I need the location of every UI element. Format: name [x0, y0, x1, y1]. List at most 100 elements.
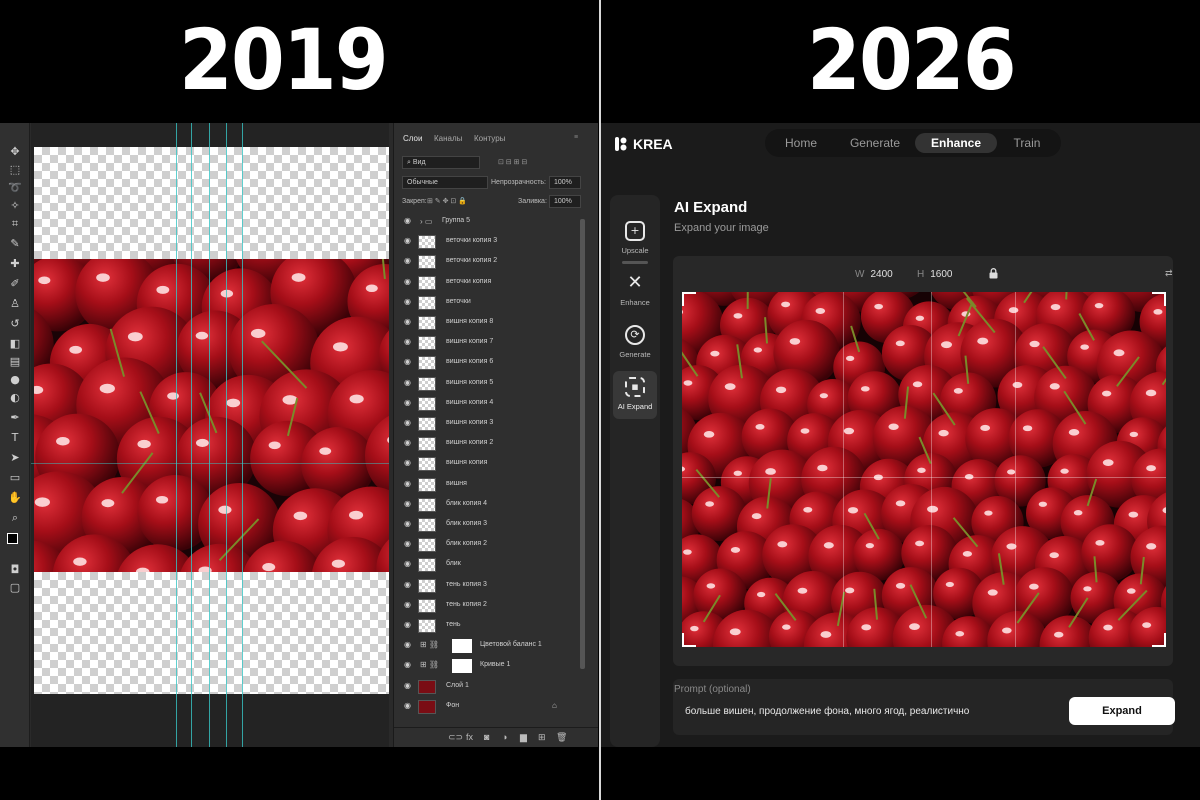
blur-tool-icon[interactable]: ●: [7, 373, 23, 387]
layer-row[interactable]: ◉ тень копия 2: [394, 596, 584, 616]
new-layer-icon[interactable]: ⊞: [538, 732, 546, 743]
visibility-eye-icon[interactable]: ◉: [404, 560, 414, 568]
layer-row[interactable]: ◉ Слой 1: [394, 677, 584, 697]
visibility-eye-icon[interactable]: ◉: [404, 439, 414, 447]
nav-train[interactable]: Train: [999, 133, 1055, 153]
visibility-eye-icon[interactable]: ◉: [404, 681, 414, 690]
visibility-eye-icon[interactable]: ◉: [404, 338, 414, 346]
visibility-eye-icon[interactable]: ◉: [404, 661, 414, 669]
nav-home[interactable]: Home: [771, 133, 831, 153]
lock-aspect-icon[interactable]: [989, 268, 998, 282]
layer-row[interactable]: ◉ Фон ⌂: [394, 697, 584, 717]
fill-input[interactable]: 100%: [549, 195, 581, 208]
pen-tool-icon[interactable]: ✒: [7, 411, 23, 425]
visibility-eye-icon[interactable]: ◉: [404, 479, 414, 488]
layer-row[interactable]: ◉ вишня: [394, 475, 584, 495]
path-selection-tool-icon[interactable]: ➤: [7, 451, 23, 465]
opacity-input[interactable]: 100%: [549, 176, 581, 189]
gradient-tool-icon[interactable]: ▤: [7, 355, 23, 369]
crop-handle-top-right[interactable]: [1152, 292, 1166, 306]
layer-row[interactable]: ◉ вишня копия 6: [394, 353, 584, 373]
sidebar-item-upscale[interactable]: + Upscale: [613, 215, 657, 263]
lock-icons[interactable]: ⊞ ✎ ✥ ⊡ 🔒: [427, 197, 467, 205]
layer-row[interactable]: ◉ веточки копия 3: [394, 232, 584, 252]
krea-logo[interactable]: KREA: [615, 135, 673, 152]
visibility-eye-icon[interactable]: ◉: [404, 459, 414, 467]
layer-row[interactable]: ◉ вишня копия 4: [394, 394, 584, 414]
visibility-eye-icon[interactable]: ◉: [404, 398, 414, 407]
prompt-input[interactable]: больше вишен, продолжение фона, много яг…: [685, 706, 969, 717]
quick-mask-icon[interactable]: ◘: [7, 563, 23, 577]
move-tool-icon[interactable]: ✥: [7, 145, 23, 159]
layer-row[interactable]: ◉ тень: [394, 616, 584, 636]
screen-mode-icon[interactable]: ▢: [7, 581, 23, 595]
cherry-photo[interactable]: [34, 259, 389, 572]
expanded-image[interactable]: [682, 292, 1166, 647]
visibility-eye-icon[interactable]: ◉: [404, 237, 414, 245]
zoom-tool-icon[interactable]: ⌕: [7, 511, 23, 525]
tab-paths[interactable]: Контуры: [474, 134, 505, 143]
visibility-eye-icon[interactable]: ◉: [404, 701, 414, 710]
filter-icons[interactable]: ⊡ ⊟ ⊞ ⊟: [498, 158, 527, 166]
trash-icon[interactable]: 🗑: [556, 732, 567, 743]
layer-row[interactable]: ◉ веточки копия: [394, 273, 584, 293]
layers-scrollbar[interactable]: [580, 219, 585, 669]
swap-dimensions-icon[interactable]: ⇄: [1165, 268, 1173, 279]
layer-row[interactable]: ◉ › ▭ Группа 5: [394, 212, 584, 232]
width-field[interactable]: W 2400: [855, 269, 893, 280]
layer-row[interactable]: ◉ вишня копия 3: [394, 414, 584, 434]
shape-tool-icon[interactable]: ▭: [7, 471, 23, 485]
height-field[interactable]: H 1600: [917, 269, 952, 280]
healing-tool-icon[interactable]: ✚: [7, 257, 23, 271]
sidebar-item-enhance[interactable]: ✕ Enhance: [613, 267, 657, 315]
crop-handle-bottom-left[interactable]: [682, 633, 696, 647]
history-brush-tool-icon[interactable]: ↺: [7, 317, 23, 331]
brush-tool-icon[interactable]: ✐: [7, 277, 23, 291]
layer-row[interactable]: ◉ вишня копия 7: [394, 333, 584, 353]
layer-filter-select[interactable]: ⌕ Вид: [402, 156, 480, 169]
panel-menu-icon[interactable]: ≡: [574, 134, 578, 141]
visibility-eye-icon[interactable]: ◉: [404, 378, 414, 387]
nav-generate[interactable]: Generate: [835, 133, 915, 153]
layer-row[interactable]: ◉ тень копия 3: [394, 576, 584, 596]
layer-row[interactable]: ◉ блик: [394, 555, 584, 575]
visibility-eye-icon[interactable]: ◉: [404, 641, 414, 649]
layer-row[interactable]: ◉ ⊞ ⛓ Кривые 1: [394, 656, 584, 676]
eraser-tool-icon[interactable]: ◧: [7, 337, 23, 351]
layer-row[interactable]: ◉ блик копия 2: [394, 535, 584, 555]
layer-row[interactable]: ◉ вишня копия 8: [394, 313, 584, 333]
type-tool-icon[interactable]: T: [7, 431, 23, 445]
sidebar-item-generate[interactable]: ⟳ Generate: [613, 319, 657, 367]
tab-channels[interactable]: Каналы: [434, 134, 462, 143]
tab-layers[interactable]: Слои: [403, 134, 422, 143]
nav-enhance[interactable]: Enhance: [915, 133, 997, 153]
layer-row[interactable]: ◉ веточки: [394, 293, 584, 313]
crop-handle-bottom-right[interactable]: [1152, 633, 1166, 647]
hand-tool-icon[interactable]: ✋: [7, 491, 23, 505]
visibility-eye-icon[interactable]: ◉: [404, 419, 414, 427]
visibility-eye-icon[interactable]: ◉: [404, 277, 414, 286]
layer-row[interactable]: ◉ веточки копия 2: [394, 252, 584, 272]
dodge-tool-icon[interactable]: ◐: [7, 391, 23, 405]
visibility-eye-icon[interactable]: ◉: [404, 621, 414, 629]
adjustment-icon[interactable]: ◑: [502, 732, 507, 742]
fx-icon[interactable]: fx: [466, 732, 473, 742]
color-swatches-icon[interactable]: [7, 533, 25, 551]
sidebar-item-ai-expand[interactable]: ▪ AI Expand: [613, 371, 657, 419]
stamp-tool-icon[interactable]: ♙: [7, 297, 23, 311]
layer-row[interactable]: ◉ вишня копия 5: [394, 374, 584, 394]
visibility-eye-icon[interactable]: ◉: [404, 318, 414, 326]
visibility-eye-icon[interactable]: ◉: [404, 257, 414, 265]
layer-row[interactable]: ◉ блик копия 4: [394, 495, 584, 515]
crop-handle-top-left[interactable]: [682, 292, 696, 306]
mask-icon[interactable]: ◙: [484, 732, 489, 742]
visibility-eye-icon[interactable]: ◉: [404, 217, 414, 225]
visibility-eye-icon[interactable]: ◉: [404, 580, 414, 589]
group-icon[interactable]: ▆: [520, 732, 527, 743]
visibility-eye-icon[interactable]: ◉: [404, 499, 414, 508]
expand-button[interactable]: Expand: [1069, 697, 1175, 725]
crop-tool-icon[interactable]: ⌗: [7, 217, 23, 231]
marquee-tool-icon[interactable]: ⬚: [7, 163, 23, 177]
visibility-eye-icon[interactable]: ◉: [404, 358, 414, 366]
visibility-eye-icon[interactable]: ◉: [404, 600, 414, 609]
